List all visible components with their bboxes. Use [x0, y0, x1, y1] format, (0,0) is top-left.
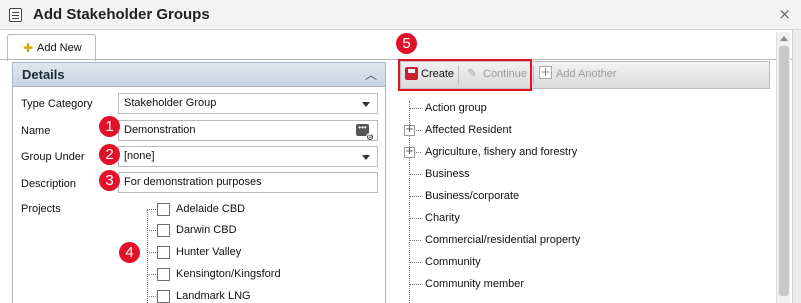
- group-under-label: Group Under: [21, 151, 85, 163]
- group-under-value: [none]: [124, 150, 155, 162]
- annotation-badge-2: 2: [99, 144, 120, 165]
- checkbox[interactable]: [157, 290, 170, 303]
- details-header: Details ︿: [13, 63, 385, 87]
- checkbox[interactable]: [157, 203, 170, 216]
- toolbar-separator: [533, 65, 534, 85]
- chevron-down-icon: [362, 102, 370, 107]
- add-icon: ✚: [23, 41, 34, 55]
- description-value: For demonstration purposes: [124, 176, 262, 188]
- description-label: Description: [21, 178, 77, 190]
- checkbox[interactable]: [157, 246, 170, 259]
- chevron-up-icon[interactable]: ︿: [365, 66, 377, 83]
- form-icon: [9, 8, 22, 22]
- group-under-select[interactable]: [none]: [118, 146, 378, 167]
- window-edge: [792, 30, 801, 303]
- dialog-title-bar: Add Stakeholder Groups ×: [0, 0, 801, 30]
- projects-label: Projects: [21, 203, 61, 215]
- annotation-badge-3: 3: [99, 170, 120, 191]
- dialog-title: Add Stakeholder Groups: [33, 6, 210, 23]
- annotation-badge-4: 4: [119, 242, 140, 263]
- name-field[interactable]: Demonstration ••• 6: [118, 120, 378, 141]
- scroll-thumb[interactable]: [779, 46, 789, 296]
- name-label: Name: [21, 125, 51, 137]
- type-category-select[interactable]: Stakeholder Group: [118, 93, 378, 114]
- tab-label: Add New: [37, 42, 82, 54]
- annotation-badge-1: 1: [99, 116, 120, 137]
- projects-tree-line: [147, 209, 148, 303]
- translate-icon[interactable]: ••• 6: [356, 124, 374, 140]
- add-another-button[interactable]: Add Another: [556, 68, 617, 80]
- chevron-down-icon: [362, 155, 370, 160]
- expand-icon[interactable]: +: [404, 147, 415, 158]
- checkbox[interactable]: [157, 224, 170, 237]
- type-category-label: Type Category: [21, 98, 93, 110]
- type-category-value: Stakeholder Group: [124, 97, 217, 109]
- name-value: Demonstration: [124, 124, 196, 136]
- close-icon[interactable]: ×: [778, 5, 791, 23]
- vertical-scrollbar[interactable]: [776, 32, 790, 303]
- annotation-badge-5: 5: [396, 33, 417, 54]
- scroll-up-icon[interactable]: [780, 36, 788, 41]
- highlight-box: [398, 59, 532, 91]
- details-title: Details: [22, 67, 65, 82]
- expand-icon[interactable]: +: [404, 125, 415, 136]
- description-field[interactable]: For demonstration purposes: [118, 172, 378, 193]
- tab-add-new[interactable]: ✚ Add New: [7, 34, 96, 61]
- checkbox[interactable]: [157, 268, 170, 281]
- plus-icon: +: [539, 65, 552, 79]
